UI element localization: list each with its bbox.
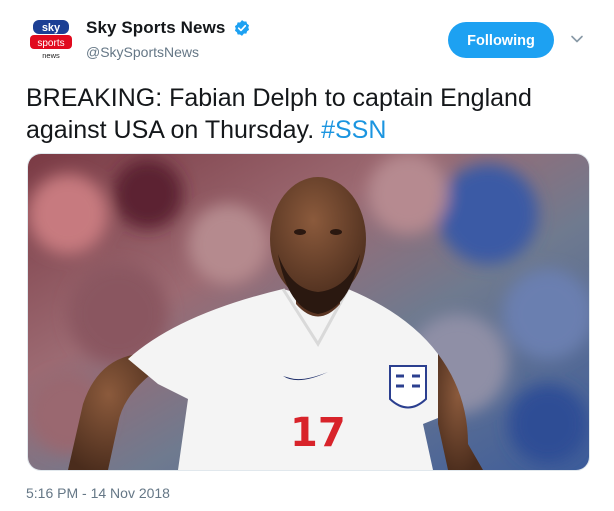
avatar-logo-sky: sky xyxy=(42,22,61,34)
tweet-timestamp[interactable]: 5:16 PM - 14 Nov 2018 xyxy=(26,485,170,501)
avatar-logo-sports: sports xyxy=(37,38,64,49)
tweet-photo[interactable]: 17 xyxy=(27,153,590,471)
following-button[interactable]: Following xyxy=(448,22,554,58)
chevron-down-icon[interactable] xyxy=(570,34,584,44)
tweet-text-line1: BREAKING: Fabian Delph to captain Englan… xyxy=(26,84,532,112)
shirt-number: 17 xyxy=(290,410,346,456)
tweet-text-line2: against USA on Thursday. xyxy=(26,116,322,144)
tweet-card: sky sports news Sky Sports News @SkySpor… xyxy=(0,0,614,511)
author-name[interactable]: Sky Sports News xyxy=(86,18,225,38)
avatar-logo-news: news xyxy=(42,51,60,60)
hashtag-link[interactable]: #SSN xyxy=(321,116,386,144)
avatar[interactable]: sky sports news xyxy=(25,12,77,64)
tweet-text: BREAKING: Fabian Delph to captain Englan… xyxy=(26,82,596,146)
verified-badge-icon xyxy=(234,20,250,36)
author-handle[interactable]: @SkySportsNews xyxy=(86,44,199,60)
